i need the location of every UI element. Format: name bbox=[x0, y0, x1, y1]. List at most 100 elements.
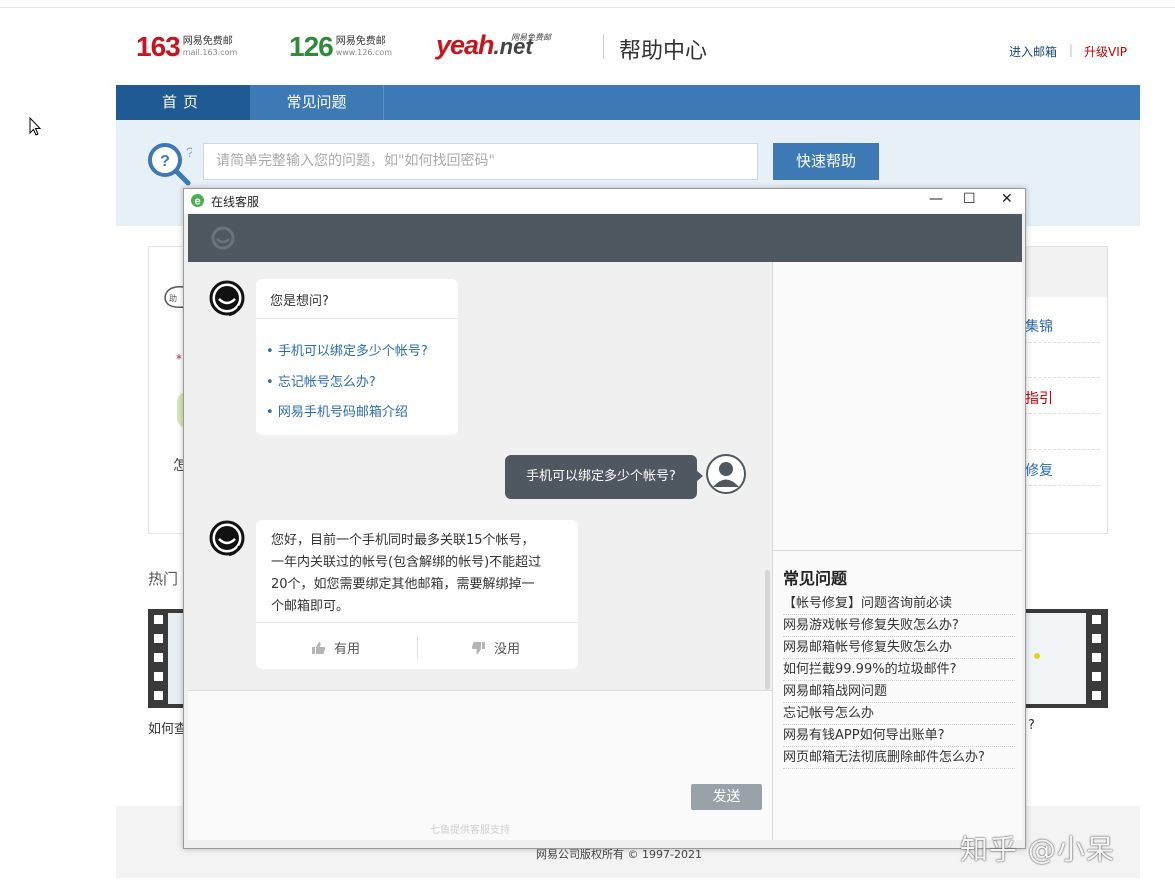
film-hole bbox=[154, 653, 163, 662]
answer-line: 个邮箱即可。 bbox=[271, 599, 350, 614]
useless-button[interactable]: 没用 bbox=[471, 638, 520, 657]
video-caption-right[interactable]: ? bbox=[1028, 718, 1035, 733]
chat-header bbox=[188, 214, 1022, 262]
logo-163-number: 163 bbox=[136, 31, 181, 62]
divider bbox=[256, 622, 578, 623]
faq-item[interactable]: 网易游戏帐号修复失败怎么办? bbox=[783, 615, 1015, 637]
logo-163-title: 网易免费邮 bbox=[182, 36, 233, 47]
answer-line: 一年内关联过的帐号(包含解绑的帐号)不能超过 bbox=[271, 555, 542, 570]
thumbnail-dot bbox=[1034, 653, 1040, 659]
divider bbox=[417, 636, 418, 658]
bot-answer-text: 您好，目前一个手机同时最多关联15个帐号， 一年内关联过的帐号(包含解绑的帐号)… bbox=[271, 530, 541, 618]
video-thumbnail-left[interactable] bbox=[148, 609, 184, 708]
suggestion-link[interactable]: 网易手机号码邮箱介绍 bbox=[266, 401, 408, 420]
upgrade-vip-link[interactable]: 升级VIP bbox=[1084, 43, 1127, 60]
logo-126[interactable]: 126 网易免费邮 www.126.com bbox=[289, 31, 392, 63]
svg-text:e: e bbox=[194, 196, 200, 208]
video-thumbnail-right[interactable] bbox=[1026, 609, 1108, 708]
faq-item[interactable]: 网易邮箱帐号修复失败怎么办 bbox=[783, 637, 1015, 659]
logo-126-domain: www.126.com bbox=[335, 48, 393, 57]
thumbnail-screen bbox=[168, 613, 184, 704]
bot-answer-bubble: 您好，目前一个手机同时最多关联15个帐号， 一年内关联过的帐号(包含解绑的帐号)… bbox=[256, 520, 578, 669]
hot-section-label: 热门 bbox=[148, 570, 179, 588]
answer-line: 20个，如您需要绑定其他邮箱，需要解绑掉一 bbox=[271, 577, 535, 592]
logo-yeah-tag: 网易免费邮 bbox=[511, 33, 551, 42]
message-input[interactable] bbox=[188, 690, 772, 840]
divider bbox=[1024, 485, 1100, 486]
film-hole bbox=[154, 615, 163, 624]
chat-scrollbar[interactable] bbox=[765, 570, 770, 690]
divider bbox=[256, 318, 458, 319]
film-hole bbox=[1092, 615, 1101, 624]
answer-line: 您好，目前一个手机同时最多关联15个帐号， bbox=[271, 533, 535, 548]
tab-home[interactable]: 首页 bbox=[116, 85, 250, 120]
faq-title: 常见问题 bbox=[783, 569, 848, 588]
film-hole bbox=[154, 634, 163, 643]
close-button[interactable]: ✕ bbox=[1001, 191, 1013, 207]
bg-link-collection[interactable]: 集锦 bbox=[1025, 316, 1053, 336]
browser-e-icon: e bbox=[191, 194, 204, 208]
useless-label: 没用 bbox=[494, 642, 521, 657]
faq-item[interactable]: 网易有钱APP如何导出账单? bbox=[783, 725, 1015, 747]
logo-163[interactable]: 163 网易免费邮 mail.163.com bbox=[136, 31, 237, 63]
divider bbox=[1024, 413, 1100, 414]
bg-link-guide[interactable]: 指引 bbox=[1025, 388, 1053, 408]
film-hole bbox=[154, 691, 163, 700]
logo-126-text: 网易免费邮 www.126.com bbox=[336, 36, 392, 58]
faq-item[interactable]: 网页邮箱无法彻底删除邮件怎么办? bbox=[783, 747, 1015, 769]
suggestion-link[interactable]: 忘记帐号怎么办? bbox=[266, 371, 376, 390]
search-input[interactable]: 请简单完整输入您的问题，如"如何找回密码" bbox=[203, 143, 758, 180]
film-hole bbox=[154, 672, 163, 681]
faq-item[interactable]: 网易邮箱战网问题 bbox=[783, 681, 1015, 703]
dialog-titlebar[interactable] bbox=[184, 189, 1025, 213]
watermark-text: 知乎 @小呆 bbox=[960, 833, 1115, 866]
svg-text:助: 助 bbox=[169, 293, 177, 303]
right-panel-header bbox=[1024, 247, 1107, 297]
logo-163-domain: mail.163.com bbox=[182, 48, 238, 57]
film-hole bbox=[1092, 653, 1101, 662]
useful-label: 有用 bbox=[334, 642, 361, 657]
bot-avatar-icon bbox=[209, 280, 245, 316]
bot-avatar-icon bbox=[209, 520, 245, 556]
header-divider bbox=[603, 35, 604, 59]
film-hole bbox=[1092, 634, 1101, 643]
suggestion-link[interactable]: 手机可以绑定多少个帐号? bbox=[266, 340, 428, 359]
svg-text:?: ? bbox=[160, 153, 170, 170]
film-hole bbox=[1092, 691, 1101, 700]
header-separator: | bbox=[1069, 43, 1074, 57]
faq-list: 【帐号修复】问题咨询前必读 网易游戏帐号修复失败怎么办? 网易邮箱帐号修复失败怎… bbox=[783, 593, 1015, 769]
faq-item[interactable]: 忘记帐号怎么办 bbox=[783, 703, 1015, 725]
film-hole bbox=[1092, 672, 1101, 681]
user-message-bubble: 手机可以绑定多少个帐号? bbox=[505, 455, 697, 499]
divider bbox=[1024, 449, 1100, 450]
thumbs-up-icon bbox=[312, 641, 326, 654]
quick-help-button[interactable]: 快速帮助 bbox=[773, 143, 879, 180]
powered-by-text: 七鱼提供客服支持 bbox=[430, 825, 510, 836]
maximize-button[interactable]: ☐ bbox=[963, 191, 976, 207]
video-caption-left[interactable]: 如何查 bbox=[148, 718, 187, 737]
tab-faq[interactable]: 常见问题 bbox=[250, 85, 384, 120]
logo-yeah[interactable]: yeah.net 网易免费邮 bbox=[436, 30, 551, 61]
question-search-icon: ? ? bbox=[148, 143, 192, 186]
bot-question: 您是想问? bbox=[270, 294, 329, 309]
dialog-title: 在线客服 bbox=[211, 195, 260, 209]
logo-126-number: 126 bbox=[289, 31, 334, 62]
svg-text:?: ? bbox=[186, 144, 192, 160]
minimize-button[interactable]: — bbox=[929, 191, 943, 207]
user-bubble-tail bbox=[696, 470, 703, 482]
service-logo-icon bbox=[211, 226, 235, 250]
faq-item[interactable]: 如何拦截99.99%的垃圾邮件? bbox=[783, 659, 1015, 681]
bg-link-repair[interactable]: 修复 bbox=[1025, 460, 1053, 480]
faq-item[interactable]: 【帐号修复】问题咨询前必读 bbox=[783, 593, 1015, 615]
divider bbox=[773, 550, 1022, 551]
mouse-cursor-icon bbox=[29, 117, 42, 136]
divider bbox=[1024, 377, 1100, 378]
send-button[interactable]: 发送 bbox=[691, 784, 762, 810]
user-avatar-icon bbox=[706, 454, 746, 494]
thumbs-down-icon bbox=[471, 641, 485, 654]
bot-suggestion-bubble: 您是想问? 手机可以绑定多少个帐号? 忘记帐号怎么办? 网易手机号码邮箱介绍 bbox=[256, 279, 458, 435]
top-border bbox=[0, 0, 1175, 8]
divider bbox=[1024, 342, 1100, 343]
useful-button[interactable]: 有用 bbox=[311, 638, 360, 657]
enter-mail-link[interactable]: 进入邮箱 bbox=[1009, 43, 1057, 60]
